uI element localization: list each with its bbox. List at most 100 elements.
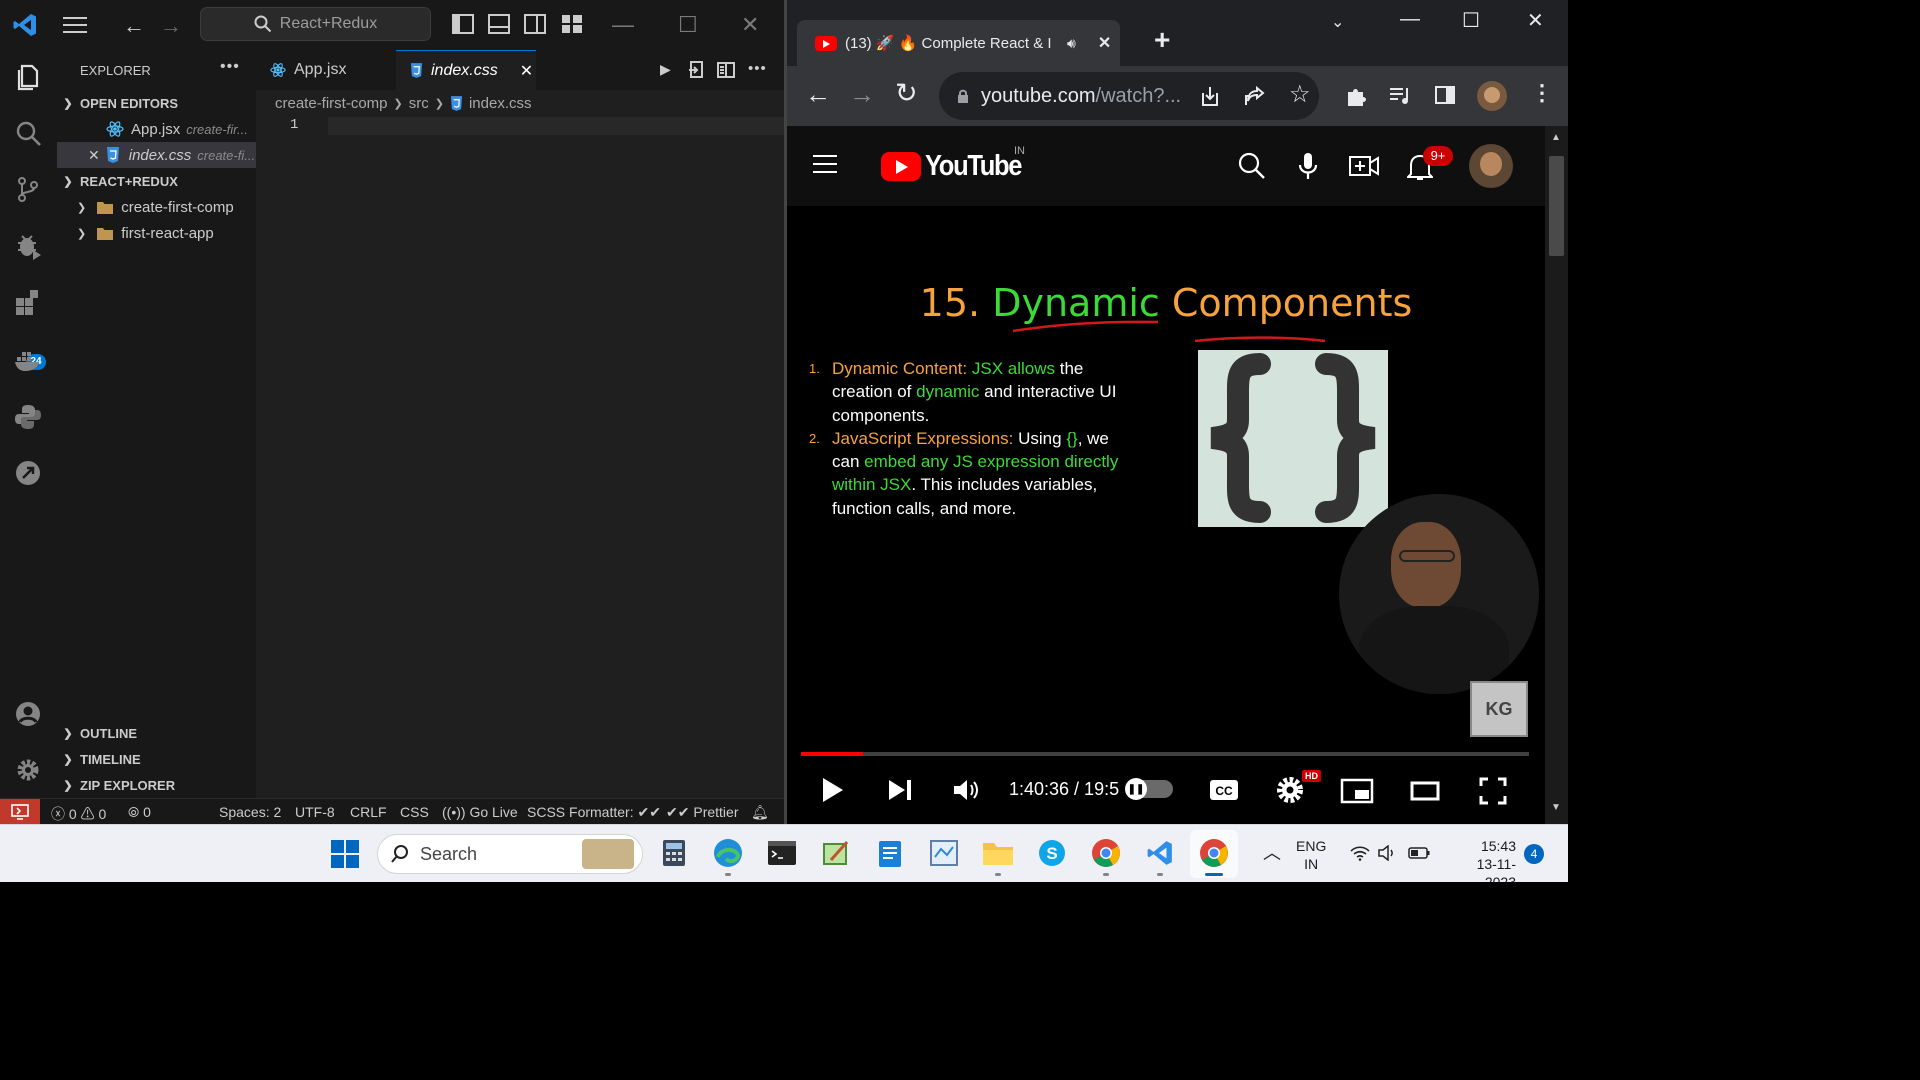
- settings-gear-icon[interactable]: [1275, 775, 1305, 805]
- video-player[interactable]: 15. Dynamic Components 1. Dynamic Content…: [787, 206, 1545, 824]
- paint-app-icon[interactable]: [818, 835, 854, 871]
- explorer-files-icon[interactable]: [13, 62, 43, 92]
- extensions-puzzle-icon[interactable]: [1345, 85, 1367, 107]
- miniplayer-icon[interactable]: [1340, 778, 1374, 804]
- minimize-icon[interactable]: —: [612, 12, 634, 38]
- language-indicator[interactable]: ENG IN: [1296, 837, 1326, 873]
- video-progress-bar[interactable]: [801, 752, 1529, 756]
- scss-formatter-status[interactable]: SCSS Formatter: ✔✔: [527, 804, 661, 821]
- remote-indicator[interactable]: [0, 799, 40, 824]
- python-icon[interactable]: [13, 402, 43, 432]
- close-window-icon[interactable]: ✕: [1527, 8, 1544, 33]
- folder-item[interactable]: ❯ first-react-app: [57, 220, 256, 246]
- search-icon[interactable]: [1238, 152, 1266, 180]
- battery-icon[interactable]: [1408, 847, 1430, 859]
- close-icon[interactable]: ✕: [88, 147, 100, 164]
- windows-start-icon[interactable]: [330, 839, 360, 869]
- calculator-app-icon[interactable]: [656, 835, 692, 871]
- open-editor-item[interactable]: App.jsx create-fir...: [57, 116, 256, 142]
- source-control-icon[interactable]: [13, 174, 43, 204]
- run-debug-icon[interactable]: [13, 230, 43, 260]
- user-avatar[interactable]: [1469, 144, 1513, 188]
- toggle-primary-sidebar-icon[interactable]: [452, 14, 474, 34]
- forward-arrow-icon[interactable]: →: [849, 79, 875, 110]
- profile-avatar[interactable]: [1477, 81, 1507, 111]
- show-hidden-icons-chevron-icon[interactable]: ︿: [1263, 839, 1281, 865]
- notepad-app-icon[interactable]: [872, 835, 908, 871]
- outline-header[interactable]: ❯ OUTLINE: [62, 726, 137, 741]
- wifi-icon[interactable]: [1350, 845, 1370, 861]
- chevron-down-icon[interactable]: ⌄: [1331, 12, 1344, 32]
- side-panel-icon[interactable]: [1435, 86, 1455, 104]
- tab-app-jsx[interactable]: App.jsx: [256, 50, 394, 90]
- toggle-panel-icon[interactable]: [488, 14, 510, 34]
- open-editors-header[interactable]: ❯ OPEN EDITORS: [62, 96, 178, 111]
- closed-captions-icon[interactable]: CC: [1209, 778, 1239, 802]
- accounts-icon[interactable]: [13, 699, 43, 729]
- close-tab-icon[interactable]: ✕: [1098, 33, 1111, 53]
- youtube-logo[interactable]: YouTube: [881, 150, 1034, 183]
- run-icon[interactable]: ▶: [660, 61, 671, 78]
- problems-indicator[interactable]: ⓧ 0 ⚠ 0: [51, 804, 106, 824]
- theater-mode-icon[interactable]: [1410, 781, 1440, 801]
- reload-icon[interactable]: ↻: [895, 78, 918, 109]
- docker-icon[interactable]: [13, 345, 43, 375]
- notification-count-badge[interactable]: 4: [1524, 844, 1544, 864]
- toggle-secondary-sidebar-icon[interactable]: [524, 14, 546, 34]
- forward-arrow-icon[interactable]: →: [160, 13, 182, 39]
- breadcrumb-item[interactable]: create-first-comp: [275, 95, 388, 112]
- timeline-header[interactable]: ❯ TIMELINE: [62, 752, 140, 767]
- speaker-icon[interactable]: [1378, 845, 1396, 861]
- manage-gear-icon[interactable]: [13, 755, 43, 785]
- extensions-icon[interactable]: [13, 287, 43, 317]
- breadcrumb-item[interactable]: index.css: [469, 95, 532, 112]
- open-editor-item-active[interactable]: ✕ index.css create-fi...: [57, 142, 256, 168]
- maximize-icon[interactable]: ☐: [678, 12, 698, 38]
- close-window-icon[interactable]: ✕: [741, 12, 759, 38]
- split-editor-icon[interactable]: [717, 62, 735, 78]
- page-scrollbar[interactable]: ▲ ▼: [1545, 126, 1568, 824]
- edge-browser-icon[interactable]: [710, 835, 746, 871]
- maximize-icon[interactable]: ☐: [1462, 8, 1480, 33]
- audio-playing-icon[interactable]: 🔊︎: [1067, 35, 1076, 52]
- autoplay-toggle[interactable]: ❚❚: [1125, 778, 1173, 800]
- chrome-app-icon[interactable]: [1196, 835, 1232, 871]
- hamburger-menu-icon[interactable]: [62, 14, 88, 36]
- chrome-app-icon[interactable]: [1088, 835, 1124, 871]
- clock[interactable]: 15:43 13-11-2023: [1446, 837, 1516, 882]
- command-center-search[interactable]: React+Redux: [200, 7, 431, 41]
- play-icon[interactable]: [821, 776, 845, 804]
- customize-layout-icon[interactable]: [561, 14, 583, 34]
- go-live-button[interactable]: ((•)) Go Live: [442, 804, 518, 820]
- folder-item[interactable]: ❯ create-first-comp: [57, 194, 256, 220]
- scroll-up-arrow-icon[interactable]: ▲: [1551, 132, 1561, 143]
- taskbar-search[interactable]: Search: [377, 834, 643, 874]
- scrollbar-thumb[interactable]: [1549, 156, 1564, 256]
- next-video-icon[interactable]: [887, 778, 913, 802]
- remote-explorer-icon[interactable]: [13, 458, 43, 488]
- scroll-down-arrow-icon[interactable]: ▼: [1551, 802, 1561, 813]
- prettier-status[interactable]: ✔✔ Prettier: [666, 804, 738, 821]
- volume-icon[interactable]: [952, 777, 982, 803]
- bell-icon[interactable]: 🔔︎: [751, 804, 769, 821]
- minimize-icon[interactable]: —: [1400, 8, 1420, 31]
- browser-tab-youtube[interactable]: (13) 🚀 🔥 Complete React & I 🔊︎ ✕: [797, 20, 1120, 66]
- indentation-status[interactable]: Spaces: 2: [219, 804, 281, 820]
- search-icon[interactable]: [13, 118, 43, 148]
- more-actions-icon[interactable]: •••: [748, 60, 767, 77]
- eol-status[interactable]: CRLF: [350, 804, 387, 820]
- workspace-header[interactable]: ❯ REACT+REDUX: [62, 174, 177, 189]
- guide-menu-icon[interactable]: [812, 153, 838, 175]
- create-video-icon[interactable]: [1349, 154, 1379, 178]
- back-arrow-icon[interactable]: ←: [805, 79, 831, 110]
- ports-indicator[interactable]: ⦾ 0: [128, 804, 151, 821]
- share-icon[interactable]: [1243, 85, 1265, 107]
- breadcrumb-item[interactable]: src: [409, 95, 429, 112]
- back-arrow-icon[interactable]: ←: [123, 13, 145, 39]
- open-changes-icon[interactable]: [688, 61, 704, 79]
- kebab-menu-icon[interactable]: ⋮: [1531, 80, 1553, 106]
- language-status[interactable]: CSS: [400, 804, 429, 820]
- bookmark-star-icon[interactable]: ☆: [1289, 80, 1311, 109]
- new-tab-plus-icon[interactable]: +: [1154, 24, 1170, 56]
- encoding-status[interactable]: UTF-8: [295, 804, 335, 820]
